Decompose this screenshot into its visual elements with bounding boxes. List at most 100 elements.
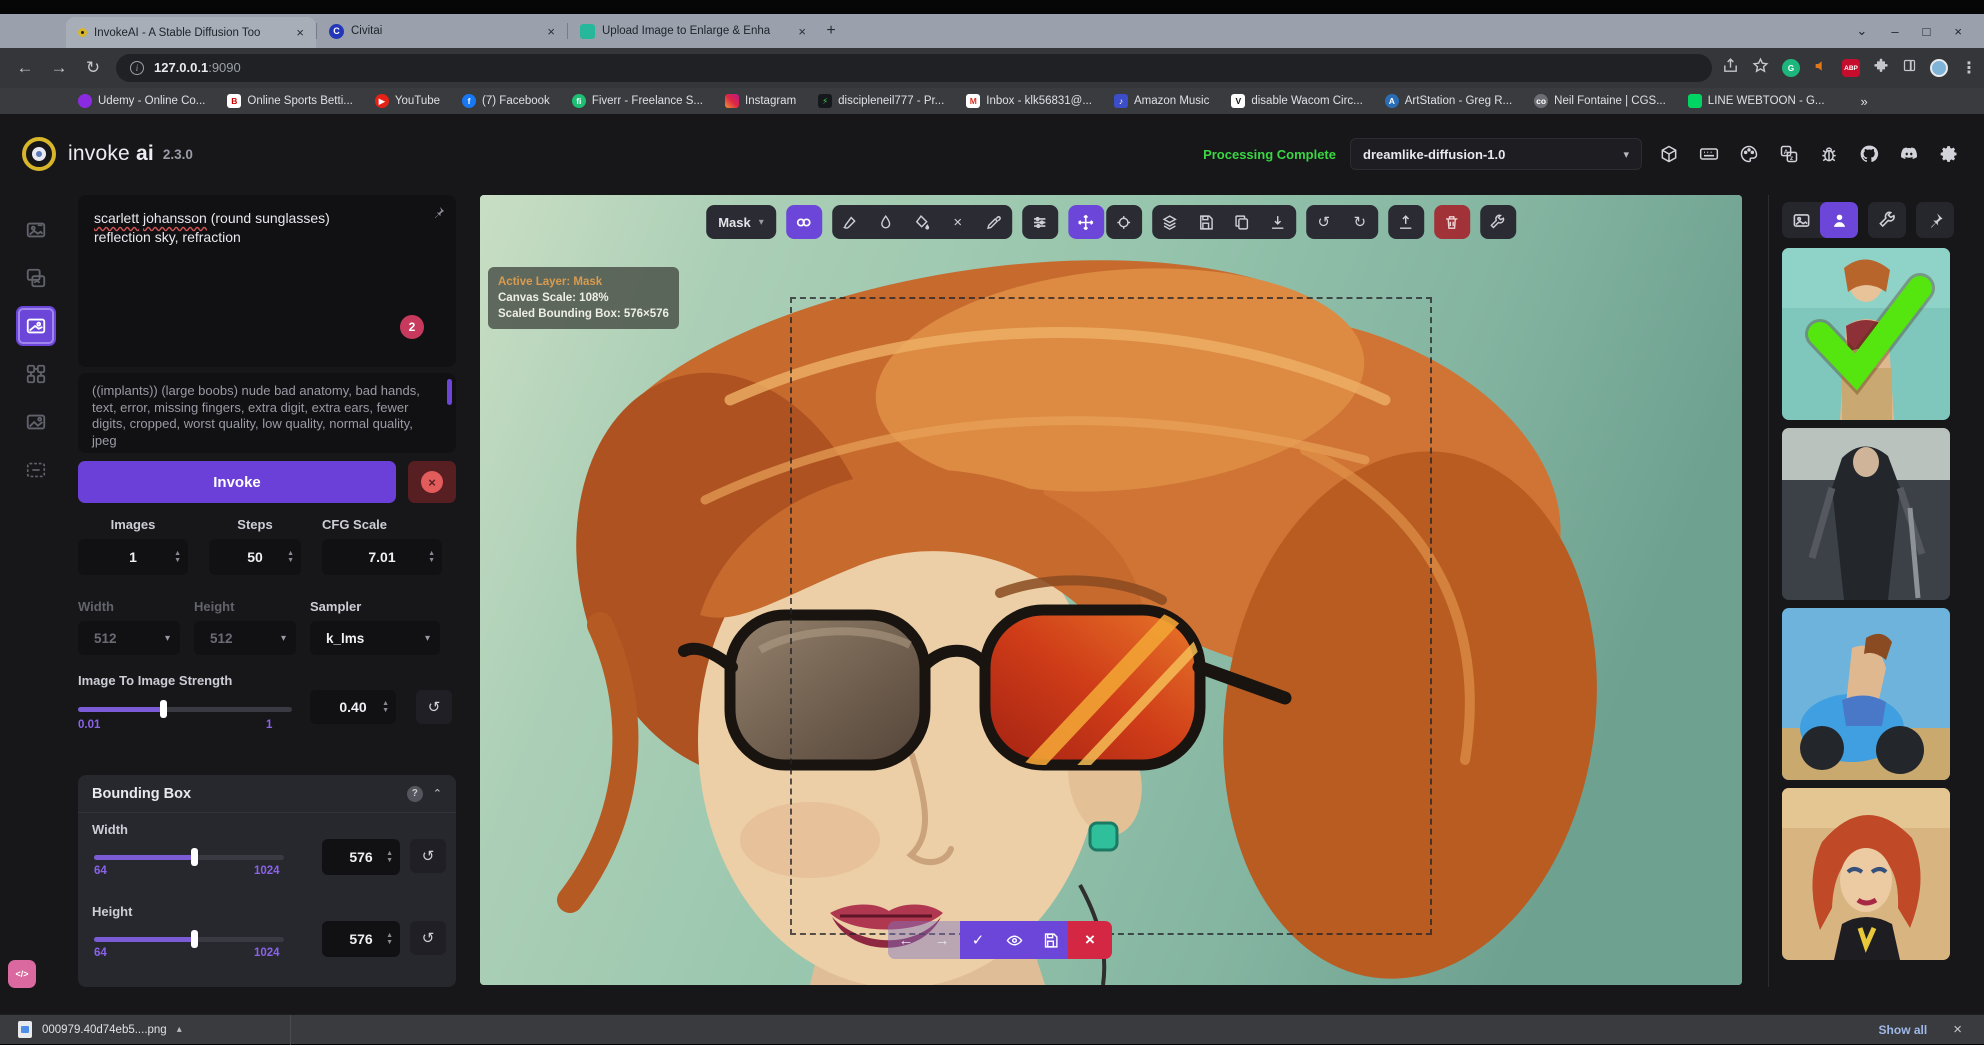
tab-civitai[interactable]: C Civitai ×	[317, 14, 567, 48]
show-all-downloads-link[interactable]: Show all	[1879, 1023, 1928, 1037]
eraser-tool-button[interactable]	[868, 205, 904, 239]
forward-button[interactable]: →	[42, 58, 76, 78]
bookmark-item[interactable]: f(7) Facebook	[462, 94, 550, 108]
merge-layers-button[interactable]	[1152, 205, 1188, 239]
back-button[interactable]: ←	[8, 58, 42, 78]
site-info-icon[interactable]: i	[130, 61, 144, 75]
collapse-chevron-icon[interactable]: ⌃	[433, 787, 442, 800]
chrome-menu-icon[interactable]: ⋮	[1961, 58, 1977, 78]
canvas-settings-button[interactable]	[1480, 205, 1516, 239]
stepper-icon[interactable]: ▲▼	[287, 543, 294, 571]
volume-extension-icon[interactable]	[1813, 58, 1829, 79]
tab-close-icon[interactable]: ×	[294, 25, 306, 40]
i2i-value-input[interactable]: 0.40▲▼	[310, 690, 396, 724]
bookmark-item[interactable]: AArtStation - Greg R...	[1385, 94, 1512, 108]
reset-view-button[interactable]	[1106, 205, 1142, 239]
stepper-icon[interactable]: ▲▼	[386, 843, 393, 871]
bookmark-item[interactable]: ♪Amazon Music	[1114, 94, 1209, 108]
gallery-user-toggle[interactable]	[1820, 202, 1858, 238]
images-input[interactable]: 1▲▼	[78, 539, 188, 575]
bookmark-item[interactable]: ⚡discipleneil777 - Pr...	[818, 94, 944, 108]
discard-image-button[interactable]: ×	[1068, 921, 1112, 959]
bounding-box-header[interactable]: Bounding Box ? ⌃	[78, 775, 456, 813]
cfg-input[interactable]: 7.01▲▼	[322, 539, 442, 575]
colorpicker-tool-button[interactable]	[976, 205, 1012, 239]
profile-avatar[interactable]	[1930, 59, 1948, 77]
bookmark-item[interactable]: fiFiverr - Freelance S...	[572, 94, 703, 108]
gallery-thumbnail[interactable]	[1782, 428, 1950, 600]
bbox-height-input[interactable]: 576▲▼	[322, 921, 400, 957]
bbox-width-reset-button[interactable]: ↺	[410, 839, 446, 873]
tab-search-icon[interactable]: ⌄	[1856, 23, 1867, 39]
bookmark-item[interactable]: Instagram	[725, 94, 796, 108]
clear-canvas-button[interactable]	[1434, 205, 1470, 239]
tab-nodes[interactable]	[16, 354, 56, 394]
undo-button[interactable]: ↺	[1306, 205, 1342, 239]
close-downloads-bar-icon[interactable]: ×	[1953, 1021, 1962, 1038]
share-icon[interactable]	[1722, 57, 1739, 79]
stepper-icon[interactable]: ▲▼	[174, 543, 181, 571]
prompt-input[interactable]: scarlett johansson (round sunglasses)ref…	[78, 195, 456, 367]
download-expand-icon[interactable]: ▴	[177, 1024, 182, 1035]
next-image-button[interactable]: →	[924, 923, 960, 957]
model-manager-icon[interactable]	[1656, 141, 1682, 167]
gallery-pin-button[interactable]	[1916, 202, 1954, 238]
clear-mask-button[interactable]: ×	[940, 205, 976, 239]
close-window-button[interactable]: ×	[1954, 24, 1962, 39]
unified-canvas[interactable]: Active Layer: Mask Canvas Scale: 108% Sc…	[480, 195, 1742, 985]
tab-image-to-image[interactable]	[16, 258, 56, 298]
download-image-button[interactable]	[1260, 205, 1296, 239]
theme-palette-icon[interactable]	[1736, 141, 1762, 167]
gallery-thumbnail[interactable]	[1782, 788, 1950, 960]
gallery-settings-button[interactable]	[1868, 202, 1906, 238]
gallery-thumbnail-selected[interactable]	[1782, 248, 1950, 420]
save-staging-button[interactable]	[1032, 923, 1068, 957]
tab-post-processing[interactable]	[16, 402, 56, 442]
bookmark-item[interactable]: coNeil Fontaine | CGS...	[1534, 94, 1666, 108]
bbox-width-input[interactable]: 576▲▼	[322, 839, 400, 875]
discord-icon[interactable]	[1896, 141, 1922, 167]
previous-image-button[interactable]: ←	[888, 923, 924, 957]
stepper-icon[interactable]: ▲▼	[382, 694, 389, 720]
upload-image-button[interactable]	[1388, 205, 1424, 239]
brush-options-button[interactable]	[1022, 205, 1058, 239]
i2i-slider-handle[interactable]	[160, 700, 167, 718]
gallery-images-toggle[interactable]	[1782, 202, 1820, 238]
tab-close-icon[interactable]: ×	[796, 24, 808, 39]
bbox-width-slider-handle[interactable]	[191, 848, 198, 866]
bbox-height-slider-handle[interactable]	[191, 930, 198, 948]
download-item[interactable]: 000979.40d74eb5....png ▴	[0, 1015, 200, 1044]
cancel-button[interactable]: ×	[408, 461, 456, 503]
canvas-bounding-box[interactable]	[790, 297, 1432, 935]
grammarly-extension-icon[interactable]: G	[1782, 59, 1800, 77]
invoke-button[interactable]: Invoke	[78, 461, 396, 503]
bookmark-item[interactable]: MInbox - klk56831@...	[966, 94, 1092, 108]
tab-training[interactable]	[16, 450, 56, 490]
bookmark-item[interactable]: LINE WEBTOON - G...	[1688, 94, 1825, 108]
help-icon[interactable]: ?	[407, 786, 423, 802]
tab-unified-canvas[interactable]	[16, 306, 56, 346]
toggle-visibility-button[interactable]	[996, 923, 1032, 957]
bookmark-item[interactable]: Vdisable Wacom Circ...	[1231, 94, 1362, 108]
move-tool-button[interactable]	[1068, 205, 1104, 239]
gallery-thumbnail[interactable]	[1782, 608, 1950, 780]
stepper-icon[interactable]: ▲▼	[428, 543, 435, 571]
tab-upload-image[interactable]: Upload Image to Enlarge & Enha ×	[568, 14, 818, 48]
model-select[interactable]: dreamlike-diffusion-1.0▾	[1350, 138, 1642, 170]
console-toggle-button[interactable]: </>	[8, 960, 36, 988]
bookmarks-overflow-chevron[interactable]: »	[1861, 94, 1868, 109]
brush-tool-button[interactable]	[832, 205, 868, 239]
fill-bucket-button[interactable]	[904, 205, 940, 239]
accept-image-button[interactable]: ✓	[960, 923, 996, 957]
settings-gear-icon[interactable]	[1936, 141, 1962, 167]
bbox-height-reset-button[interactable]: ↺	[410, 921, 446, 955]
language-translate-icon[interactable]: Az	[1776, 141, 1802, 167]
scrollbar-thumb[interactable]	[447, 379, 452, 405]
mask-toggle-button[interactable]	[786, 205, 822, 239]
redo-button[interactable]: ↻	[1342, 205, 1378, 239]
tab-close-icon[interactable]: ×	[545, 24, 557, 39]
url-bar[interactable]: i 127.0.0.1:9090	[116, 54, 1712, 82]
maximize-button[interactable]: □	[1923, 24, 1931, 39]
height-select[interactable]: 512▾	[194, 621, 296, 655]
hotkeys-keyboard-icon[interactable]	[1696, 141, 1722, 167]
